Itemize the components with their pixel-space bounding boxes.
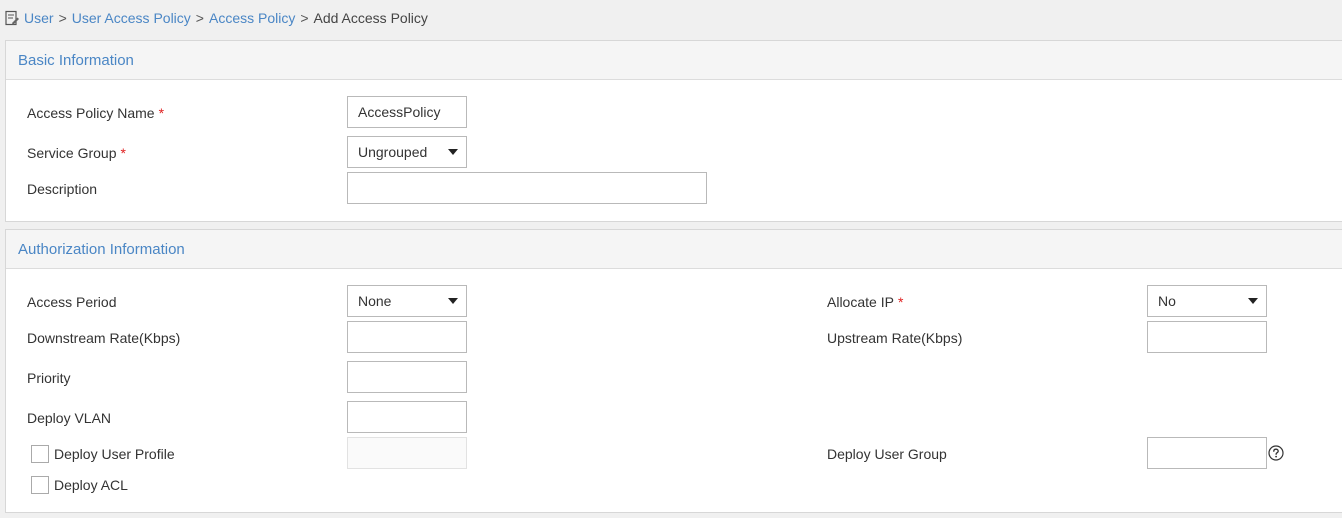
required-marker: * xyxy=(120,145,126,161)
access-policy-name-label: Access Policy Name * xyxy=(27,105,164,121)
service-group-value: Ungrouped xyxy=(358,144,428,160)
access-period-label: Access Period xyxy=(27,294,117,310)
breadcrumb: User > User Access Policy > Access Polic… xyxy=(4,8,428,28)
service-group-label: Service Group * xyxy=(27,145,126,161)
allocate-ip-label: Allocate IP * xyxy=(827,294,903,310)
deploy-vlan-label: Deploy VLAN xyxy=(27,410,112,426)
access-period-value: None xyxy=(358,293,392,309)
caret-down-icon xyxy=(448,298,458,304)
deploy-user-profile-label: Deploy User Profile xyxy=(54,446,175,462)
access-period-select[interactable]: None xyxy=(347,285,467,317)
priority-label: Priority xyxy=(27,370,71,386)
deploy-acl-label: Deploy ACL xyxy=(54,477,128,493)
allocate-ip-select[interactable]: No xyxy=(1147,285,1267,317)
required-marker: * xyxy=(897,294,904,310)
required-marker: * xyxy=(158,105,165,121)
deploy-user-group-label: Deploy User Group xyxy=(827,446,947,462)
downstream-rate-input[interactable] xyxy=(347,321,467,353)
authorization-information-header: Authorization Information xyxy=(6,230,1342,269)
breadcrumb-user-access-policy[interactable]: User Access Policy xyxy=(72,10,191,26)
basic-information-header: Basic Information xyxy=(6,41,1342,80)
question-circle-icon[interactable] xyxy=(1268,445,1284,461)
authorization-information-title: Authorization Information xyxy=(18,240,185,258)
caret-down-icon xyxy=(448,149,458,155)
authorization-information-panel: Authorization Information Access Period … xyxy=(5,229,1342,513)
access-policy-name-input[interactable] xyxy=(347,96,467,128)
breadcrumb-separator: > xyxy=(195,10,204,26)
deploy-acl-checkbox[interactable] xyxy=(31,476,49,494)
access-policy-name-label-text: Access Policy Name xyxy=(27,105,155,121)
breadcrumb-access-policy[interactable]: Access Policy xyxy=(209,10,295,26)
service-group-label-text: Service Group xyxy=(27,145,117,161)
basic-information-panel: Basic Information Access Policy Name* Se… xyxy=(5,40,1342,222)
description-label: Description xyxy=(27,181,98,197)
upstream-rate-label: Upstream Rate(Kbps) xyxy=(827,330,963,346)
downstream-rate-label: Downstream Rate(Kbps) xyxy=(27,330,181,346)
deploy-user-group-input[interactable] xyxy=(1147,437,1267,469)
deploy-user-profile-checkbox[interactable] xyxy=(31,445,49,463)
deploy-user-profile-input[interactable] xyxy=(347,437,467,469)
deploy-vlan-input[interactable] xyxy=(347,401,467,433)
basic-information-title: Basic Information xyxy=(18,51,134,69)
breadcrumb-current: Add Access Policy xyxy=(313,10,428,26)
user-document-icon xyxy=(5,10,19,26)
allocate-ip-value: No xyxy=(1158,293,1176,309)
description-input[interactable] xyxy=(347,172,707,204)
breadcrumb-separator: > xyxy=(58,10,67,26)
caret-down-icon xyxy=(1248,298,1258,304)
breadcrumb-user[interactable]: User xyxy=(24,10,54,26)
breadcrumb-separator: > xyxy=(300,10,309,26)
upstream-rate-input[interactable] xyxy=(1147,321,1267,353)
service-group-select[interactable]: Ungrouped xyxy=(347,136,467,168)
allocate-ip-label-text: Allocate IP xyxy=(827,294,894,310)
priority-input[interactable] xyxy=(347,361,467,393)
